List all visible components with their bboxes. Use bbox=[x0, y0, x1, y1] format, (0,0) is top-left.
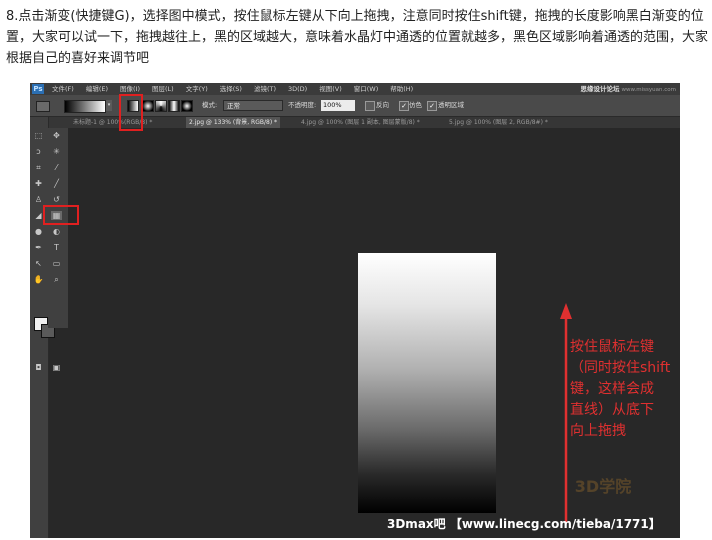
menu-3d[interactable]: 3D(D) bbox=[288, 83, 307, 95]
menu-edit[interactable]: 编辑(E) bbox=[86, 83, 108, 95]
dither-checkbox[interactable]: ✓ bbox=[399, 101, 409, 111]
linear-gradient-highlight bbox=[119, 94, 143, 131]
screen-mode-icon[interactable]: ▣ bbox=[51, 363, 62, 372]
toolbox: ⬚ ↄ ⌗ ✚ ♙ ◢ ● ✒ ↖ ✋ ◘ bbox=[30, 117, 55, 538]
history-brush-icon[interactable]: ↺ bbox=[51, 195, 62, 204]
dodge-tool-icon[interactable]: ◐ bbox=[51, 227, 62, 236]
menu-layer[interactable]: 图层(L) bbox=[152, 83, 174, 95]
menu-type[interactable]: 文字(Y) bbox=[186, 83, 208, 95]
reflected-gradient-icon[interactable] bbox=[168, 100, 180, 112]
shape-tool-icon[interactable]: ▭ bbox=[51, 259, 62, 268]
radial-gradient-icon[interactable] bbox=[142, 100, 154, 112]
clone-stamp-icon[interactable]: ♙ bbox=[33, 195, 44, 204]
opacity-input[interactable]: 100% bbox=[321, 100, 355, 111]
quick-mask-icon[interactable]: ◘ bbox=[33, 363, 44, 372]
dither-label: 仿色 bbox=[409, 101, 422, 109]
diamond-gradient-icon[interactable] bbox=[181, 100, 193, 112]
tool-preset-icon[interactable] bbox=[36, 101, 50, 112]
pen-tool-icon[interactable]: ✒ bbox=[33, 243, 44, 252]
brand-name: 思缘设计论坛 bbox=[580, 85, 620, 93]
ps-logo: Ps bbox=[32, 84, 44, 94]
menu-help[interactable]: 帮助(H) bbox=[390, 83, 413, 95]
reverse-checkbox[interactable] bbox=[365, 101, 375, 111]
mode-select[interactable]: 正常 bbox=[223, 100, 283, 111]
watermark-logo: 3D学院 bbox=[574, 477, 632, 496]
eyedropper-tool-icon[interactable]: ⁄ bbox=[51, 163, 62, 172]
zoom-tool-icon[interactable]: ⌕ bbox=[51, 275, 62, 284]
angle-gradient-icon[interactable] bbox=[155, 100, 167, 112]
tab-2jpg[interactable]: 2.jpg @ 133% (背景, RGB/8) * bbox=[186, 117, 281, 128]
gradient-preview[interactable] bbox=[64, 100, 106, 113]
photoshop-window: Ps 文件(F) 编辑(E) 图像(I) 图层(L) 文字(Y) 选择(S) 滤… bbox=[30, 83, 680, 538]
footer-credit: 3Dmax吧 【www.linecg.com/tieba/1771】 bbox=[387, 517, 661, 531]
tab-5jpg[interactable]: 5.jpg @ 100% (图层 2, RGB/8#) * bbox=[446, 117, 551, 128]
menu-filter[interactable]: 滤镜(T) bbox=[254, 83, 276, 95]
move-tool-icon[interactable]: ✥ bbox=[51, 131, 62, 140]
toolbox-column-2: ✥ ✳ ⁄ ╱ ↺ ▦ ◐ T ▭ ⌕ ▣ bbox=[48, 128, 68, 372]
annotation-note: 按住鼠标左键 （同时按住shift 键，这样会成 直线）从底下 向上拖拽 bbox=[570, 339, 671, 439]
brand-url: www.missyuan.com bbox=[621, 87, 676, 93]
gradient-tool-highlight bbox=[43, 205, 79, 225]
lasso-tool-icon[interactable]: ↄ bbox=[33, 147, 44, 156]
document-canvas[interactable] bbox=[358, 253, 496, 513]
transparency-label: 透明区域 bbox=[438, 101, 464, 109]
tab-4jpg[interactable]: 4.jpg @ 100% (图层 1 副本, 图层蒙版/8) * bbox=[298, 117, 423, 128]
menu-file[interactable]: 文件(F) bbox=[52, 83, 74, 95]
type-tool-icon[interactable]: T bbox=[51, 243, 62, 252]
crop-tool-icon[interactable]: ⌗ bbox=[33, 163, 44, 172]
menu-view[interactable]: 视图(V) bbox=[319, 83, 342, 95]
opacity-label: 不透明度: bbox=[288, 101, 317, 109]
blur-tool-icon[interactable]: ● bbox=[33, 227, 44, 236]
menu-items: 文件(F) 编辑(E) 图像(I) 图层(L) 文字(Y) 选择(S) 滤镜(T… bbox=[52, 83, 413, 95]
path-select-icon[interactable]: ↖ bbox=[33, 259, 44, 268]
mode-label: 模式: bbox=[202, 101, 218, 109]
transparency-checkbox[interactable]: ✓ bbox=[427, 101, 437, 111]
magic-wand-icon[interactable]: ✳ bbox=[51, 147, 62, 156]
brush-tool-icon[interactable]: ╱ bbox=[51, 179, 62, 188]
menu-select[interactable]: 选择(S) bbox=[220, 83, 242, 95]
reverse-label: 反向 bbox=[376, 101, 389, 109]
healing-tool-icon[interactable]: ✚ bbox=[33, 179, 44, 188]
instruction-text: 8.点击渐变(快捷键G)，选择图中模式，按住鼠标左键从下向上拖拽，注意同时按住s… bbox=[6, 9, 709, 66]
hand-tool-icon[interactable]: ✋ bbox=[33, 275, 44, 284]
gradient-dropdown-icon[interactable]: ▾ bbox=[106, 100, 112, 111]
menu-window[interactable]: 窗口(W) bbox=[354, 83, 379, 95]
marquee-tool-icon[interactable]: ⬚ bbox=[33, 131, 44, 140]
